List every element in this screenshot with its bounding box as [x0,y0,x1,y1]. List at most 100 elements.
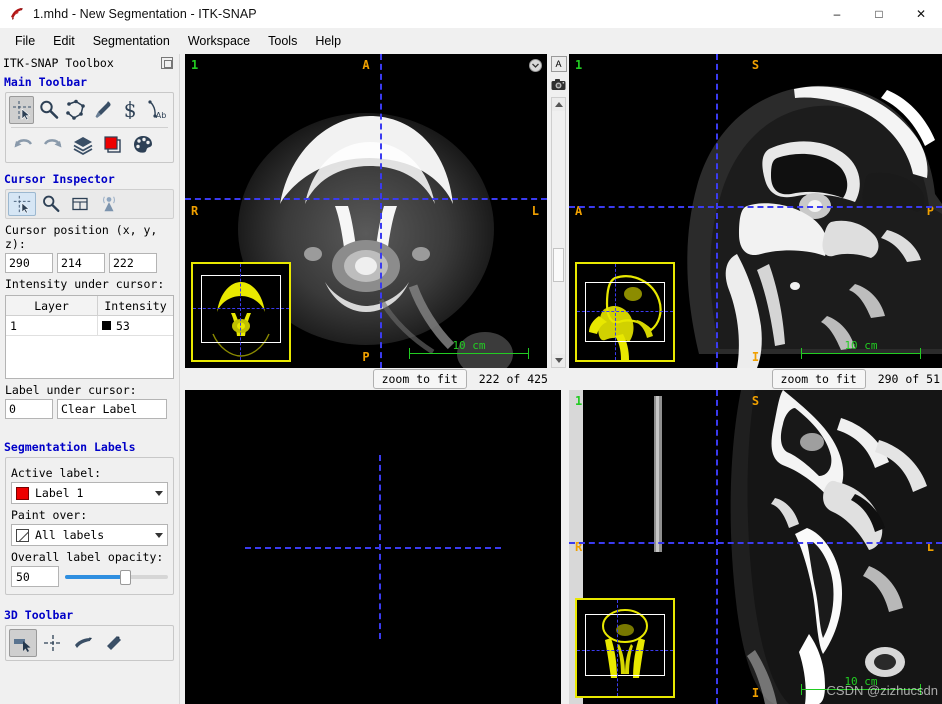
menu-workspace[interactable]: Workspace [179,31,259,51]
svg-text:Ab: Ab [156,111,167,120]
paintbrush-tool[interactable] [91,96,116,124]
intensity-label: Intensity under cursor: [5,277,165,291]
axial-zoom-to-fit-button[interactable]: zoom to fit [372,369,467,389]
axial-slice-scrollbar[interactable] [551,97,566,368]
paint-over-dropdown[interactable]: All labels [11,524,168,546]
thumbnail-viewport-rect [585,614,665,676]
close-button[interactable]: ✕ [900,0,942,28]
trackball-3d-tool[interactable] [9,629,37,657]
menu-segmentation[interactable]: Segmentation [84,31,179,51]
axial-footer: zoom to fit 222 of 425 [185,368,550,390]
maximize-button[interactable]: □ [858,0,900,28]
label-id-input[interactable]: 0 [5,399,53,419]
thumbnail-crosshair-h [577,650,673,651]
col-layer: Layer [6,296,98,315]
cursor-position-fields: 290 214 222 [0,253,179,273]
cursor-inspector-title: Cursor Inspector [4,172,115,186]
crosshair-tool[interactable] [9,96,35,124]
intensity-table-header: Layer Intensity [6,296,173,316]
scrollbar-thumb[interactable] [553,248,564,282]
view-options-icon[interactable] [529,59,542,72]
toolbar-divider [11,127,168,128]
coronal-view[interactable]: 1 S I R L 10 cm CSDN @zizhucsdn [569,390,942,704]
table-row[interactable]: 1 53 [6,316,173,336]
thumbnail-crosshair-v [617,600,618,696]
active-label-caption: Active label: [11,466,102,480]
paint-over-caption: Paint over: [11,508,88,522]
toolbar-3d-title: 3D Toolbar [4,608,74,622]
spray-3d-tool[interactable] [99,629,127,657]
main-toolbar-row-2 [9,131,170,159]
cursor-y-input[interactable]: 214 [57,253,105,273]
menu-tools[interactable]: Tools [259,31,306,51]
toolbar-3d-group [5,625,174,661]
intensity-swatch [102,321,111,330]
opacity-slider[interactable] [65,568,168,586]
restore-window-icon[interactable] [161,57,173,69]
title-bar: 1.mhd - New Segmentation - ITK-SNAP – □ … [0,0,942,28]
annotation-toggle-button[interactable]: A [550,56,567,72]
main-toolbar-row-1: S Ab [9,96,170,124]
axial-side-rail: A [550,54,567,368]
toolbox-header: ITK-SNAP Toolbox [0,54,179,72]
zoom-pan-tool[interactable] [36,96,61,124]
menu-file[interactable]: File [6,31,44,51]
camera-icon[interactable] [551,76,567,92]
sagittal-thumbnail[interactable] [575,262,675,362]
viewport-grid: 1 A P R L 10 cm A 1 S I A P 10 cm 1 S I … [181,54,942,704]
render3d-crosshair-horizontal[interactable] [245,547,501,549]
axial-thumbnail[interactable] [191,262,291,362]
cursor-x-input[interactable]: 290 [5,253,53,273]
intensity-value: 53 [116,318,130,333]
main-toolbar-group: S Ab [5,92,174,163]
redo-button[interactable] [39,131,67,159]
annotation-tool[interactable]: Ab [145,96,170,124]
cursor-inspector-tab[interactable] [8,192,36,216]
cell-layer: 1 [6,316,98,335]
toolbox-panel: ITK-SNAP Toolbox Main Toolbar S Ab Curso… [0,54,180,704]
sagittal-zoom-to-fit-button[interactable]: zoom to fit [771,369,866,389]
scroll-down-button[interactable] [552,354,565,367]
opacity-input[interactable]: 50 [11,566,59,587]
label-under-cursor-label: Label under cursor: [5,383,137,397]
label-under-cursor-fields: 0 Clear Label [0,399,179,419]
label-name-input[interactable]: Clear Label [57,399,167,419]
cursor-inspector-tabs [5,189,174,219]
zoom-inspector-tab[interactable] [37,192,65,216]
chevron-up-icon [554,102,563,107]
layers-button[interactable] [69,131,97,159]
minimize-button[interactable]: – [816,0,858,28]
axial-view[interactable]: 1 A P R L 10 cm [185,54,547,368]
3d-render-view[interactable] [185,390,561,704]
thumbnail-crosshair-v [615,264,616,360]
grid-icon[interactable] [66,192,94,216]
menu-help[interactable]: Help [306,31,350,51]
label-editor-button[interactable] [99,131,127,159]
cursor-position-label: Cursor position (x, y, z): [5,223,158,251]
scalpel-3d-tool[interactable] [69,629,97,657]
window-controls: – □ ✕ [816,0,942,28]
antenna-icon[interactable] [95,192,123,216]
active-label-dropdown[interactable]: Label 1 [11,482,168,504]
cursor-z-input[interactable]: 222 [109,253,157,273]
menu-edit[interactable]: Edit [44,31,84,51]
scroll-up-button[interactable] [552,98,565,111]
intensity-table: Layer Intensity 1 53 [5,295,174,379]
chevron-down-icon [155,490,163,496]
render3d-crosshair-vertical[interactable] [379,455,381,639]
menu-bar: File Edit Segmentation Workspace Tools H… [0,28,942,54]
undo-button[interactable] [9,131,37,159]
polygon-tool[interactable] [63,96,88,124]
coronal-thumbnail[interactable] [575,598,675,698]
chevron-down-icon [155,532,163,538]
sagittal-view[interactable]: 1 S I A P 10 cm [569,54,942,368]
active-label-value: Label 1 [35,486,84,500]
chevron-down-icon [554,358,563,363]
toolbar-3d-row [9,629,170,657]
toolbox-title: ITK-SNAP Toolbox [3,56,114,70]
slider-knob[interactable] [119,569,131,585]
crosshair-3d-tool[interactable] [39,629,67,657]
snake-tool[interactable]: S [118,96,143,124]
palette-button[interactable] [129,131,157,159]
segmentation-labels-title: Segmentation Labels [4,440,136,454]
